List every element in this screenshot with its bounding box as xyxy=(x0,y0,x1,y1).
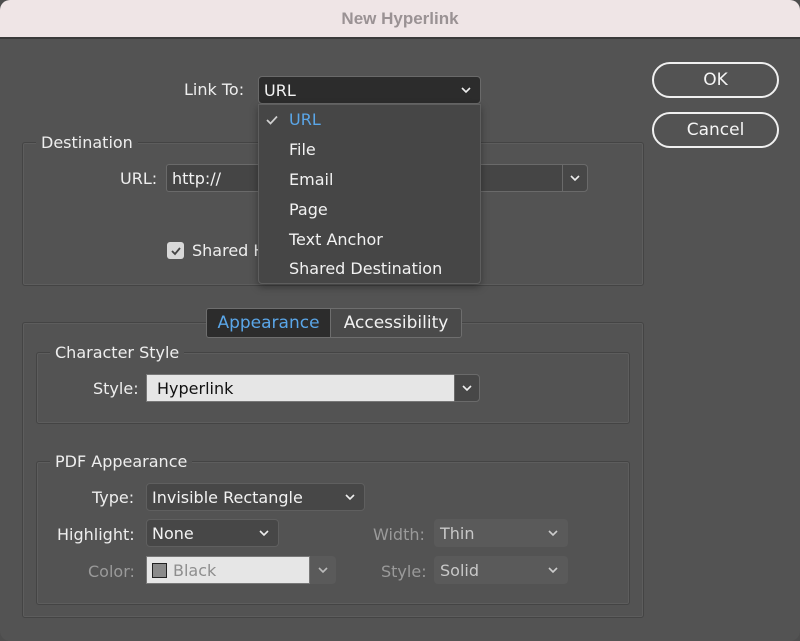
menu-item-page[interactable]: Page xyxy=(259,194,480,224)
highlight-select[interactable]: None xyxy=(146,519,279,547)
menu-item-label: Page xyxy=(289,199,328,219)
window-title: New Hyperlink xyxy=(341,8,459,28)
checkmark-icon xyxy=(265,113,279,127)
menu-item-email[interactable]: Email xyxy=(259,165,480,195)
menu-item-url[interactable]: URL xyxy=(259,105,480,135)
color-swatch xyxy=(152,562,167,578)
shared-destination-checkbox[interactable] xyxy=(167,242,184,259)
highlight-label: Highlight: xyxy=(57,525,135,544)
character-style-label: Style: xyxy=(93,379,139,398)
destination-title: Destination xyxy=(36,133,138,152)
chevron-down-icon xyxy=(461,382,473,394)
menu-item-label: File xyxy=(289,140,316,160)
title-bar: New Hyperlink xyxy=(0,0,800,39)
tab-accessibility[interactable]: Accessibility xyxy=(331,309,461,337)
tab-bar: Appearance Accessibility xyxy=(206,308,462,338)
type-label: Type: xyxy=(92,488,135,507)
url-label: URL: xyxy=(120,169,158,188)
highlight-value: None xyxy=(152,523,194,543)
character-style-field[interactable]: Hyperlink xyxy=(146,374,455,402)
character-style-value: Hyperlink xyxy=(157,378,234,398)
new-hyperlink-dialog: New Hyperlink Link To: URL OK Cancel Des… xyxy=(0,0,800,641)
url-input-value: http:// xyxy=(172,168,222,188)
chevron-down-icon xyxy=(547,527,559,539)
url-dropdown-button[interactable] xyxy=(562,164,588,192)
pdf-appearance-title: PDF Appearance xyxy=(50,452,193,471)
menu-item-label: Text Anchor xyxy=(289,229,383,249)
width-value: Thin xyxy=(440,523,475,543)
menu-item-file[interactable]: File xyxy=(259,135,480,165)
width-label: Width: xyxy=(373,525,425,544)
character-style-title: Character Style xyxy=(50,343,185,362)
cancel-button[interactable]: Cancel xyxy=(652,112,779,148)
menu-item-label: URL xyxy=(289,110,321,130)
chevron-down-icon xyxy=(317,564,329,576)
menu-item-label: Email xyxy=(289,169,334,189)
link-to-select[interactable]: URL xyxy=(258,76,481,104)
width-select: Thin xyxy=(434,519,568,547)
ok-button[interactable]: OK xyxy=(652,62,779,98)
color-label: Color: xyxy=(88,562,135,581)
menu-item-shared-destination[interactable]: Shared Destination xyxy=(259,254,480,284)
border-style-label: Style: xyxy=(381,562,427,581)
color-field: Black xyxy=(146,556,310,584)
border-style-select: Solid xyxy=(434,556,568,584)
menu-item-label: Shared Destination xyxy=(289,259,443,279)
checkmark-icon xyxy=(170,246,181,255)
link-to-menu: URL File Email Page Text Anchor Shared D… xyxy=(258,104,481,284)
chevron-down-icon xyxy=(547,564,559,576)
chevron-down-icon xyxy=(258,527,270,539)
link-to-label: Link To: xyxy=(184,80,245,99)
character-style-dropdown-button[interactable] xyxy=(454,374,480,402)
type-value: Invisible Rectangle xyxy=(152,487,303,507)
border-style-value: Solid xyxy=(440,560,479,580)
shared-destination-label: Shared H xyxy=(192,241,262,260)
tab-appearance[interactable]: Appearance xyxy=(207,309,331,337)
chevron-down-icon xyxy=(344,491,356,503)
link-to-value: URL xyxy=(264,80,296,100)
color-dropdown-button xyxy=(310,556,336,584)
chevron-down-icon xyxy=(569,172,581,184)
chevron-down-icon xyxy=(460,84,472,96)
color-value: Black xyxy=(173,560,217,580)
menu-item-text-anchor[interactable]: Text Anchor xyxy=(259,224,480,254)
type-select[interactable]: Invisible Rectangle xyxy=(146,483,365,511)
